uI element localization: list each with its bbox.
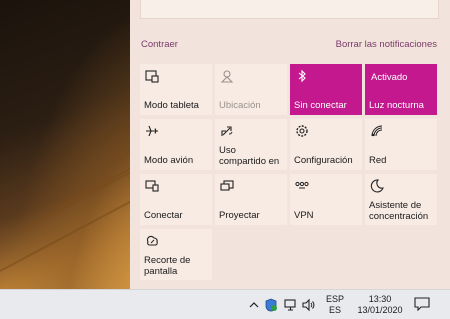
tile-night-light[interactable]: Activado Luz nocturna bbox=[365, 64, 437, 115]
tile-vpn[interactable]: VPN bbox=[290, 174, 362, 225]
input-language-indicator[interactable]: ESP ES bbox=[325, 294, 345, 316]
wallpaper-grain bbox=[19, 164, 145, 232]
tile-project-share[interactable]: Uso compartido en bbox=[215, 119, 287, 170]
tile-project[interactable]: Proyectar bbox=[215, 174, 287, 225]
tile-label: Configuración bbox=[294, 155, 353, 166]
clock[interactable]: 13:30 13/01/2020 bbox=[355, 294, 405, 316]
security-icon[interactable] bbox=[264, 298, 278, 312]
tile-airplane-mode[interactable]: Modo avión bbox=[140, 119, 212, 170]
tile-tablet-mode[interactable]: Modo tableta bbox=[140, 64, 212, 115]
tile-label: Sin conectar bbox=[294, 100, 347, 111]
tile-network[interactable]: Red bbox=[365, 119, 437, 170]
share-icon bbox=[220, 124, 234, 138]
moon-icon bbox=[370, 179, 384, 193]
tile-status-label: Activado bbox=[371, 72, 408, 83]
tile-label: Asistente de concentración bbox=[369, 200, 429, 222]
tile-label: Luz nocturna bbox=[369, 100, 424, 111]
airplane-icon bbox=[145, 124, 159, 138]
chevron-up-icon[interactable] bbox=[247, 298, 261, 312]
clock-time: 13:30 bbox=[368, 294, 392, 304]
clock-date: 13/01/2020 bbox=[357, 305, 403, 315]
connect-icon bbox=[145, 179, 159, 193]
wallpaper-grain bbox=[0, 195, 142, 272]
tile-label: Ubicación bbox=[219, 100, 261, 111]
tile-location[interactable]: Ubicación bbox=[215, 64, 287, 115]
location-icon bbox=[220, 69, 234, 83]
gear-icon bbox=[295, 124, 309, 138]
vpn-icon bbox=[295, 179, 309, 193]
collapse-link[interactable]: Contraer bbox=[141, 39, 178, 50]
project-icon bbox=[220, 179, 234, 193]
tile-label: Recorte de pantalla bbox=[144, 255, 191, 277]
tile-snip[interactable]: Recorte de pantalla bbox=[140, 229, 212, 280]
clear-notifications-link[interactable]: Borrar las notificaciones bbox=[336, 39, 437, 50]
taskbar: ESP ES 13:30 13/01/2020 bbox=[0, 289, 450, 319]
language-code: ESP bbox=[325, 294, 344, 304]
volume-icon[interactable] bbox=[302, 298, 316, 312]
tile-label: Proyectar bbox=[219, 210, 260, 221]
tile-label: Red bbox=[369, 155, 387, 166]
network-icon bbox=[370, 124, 384, 138]
tile-settings[interactable]: Configuración bbox=[290, 119, 362, 170]
tile-connect[interactable]: Conectar bbox=[140, 174, 212, 225]
tile-focus-assist[interactable]: Asistente de concentración bbox=[365, 174, 437, 225]
tile-label: Conectar bbox=[144, 210, 183, 221]
tile-label: Uso compartido en bbox=[219, 145, 280, 167]
snip-icon bbox=[145, 234, 159, 248]
tablet-mode-icon bbox=[145, 69, 159, 83]
action-center-panel: Contraer Borrar las notificaciones Modo … bbox=[130, 0, 450, 289]
action-center-button[interactable] bbox=[414, 297, 430, 311]
network-tray-icon[interactable] bbox=[284, 298, 298, 312]
tile-label: VPN bbox=[294, 210, 314, 221]
desktop-wallpaper bbox=[0, 0, 149, 289]
notification-area bbox=[140, 0, 439, 19]
tile-label: Modo avión bbox=[144, 155, 194, 166]
tile-label: Modo tableta bbox=[144, 100, 199, 111]
tile-bluetooth[interactable]: Sin conectar bbox=[290, 64, 362, 115]
bluetooth-icon bbox=[295, 69, 309, 83]
keyboard-layout-code: ES bbox=[328, 305, 341, 315]
